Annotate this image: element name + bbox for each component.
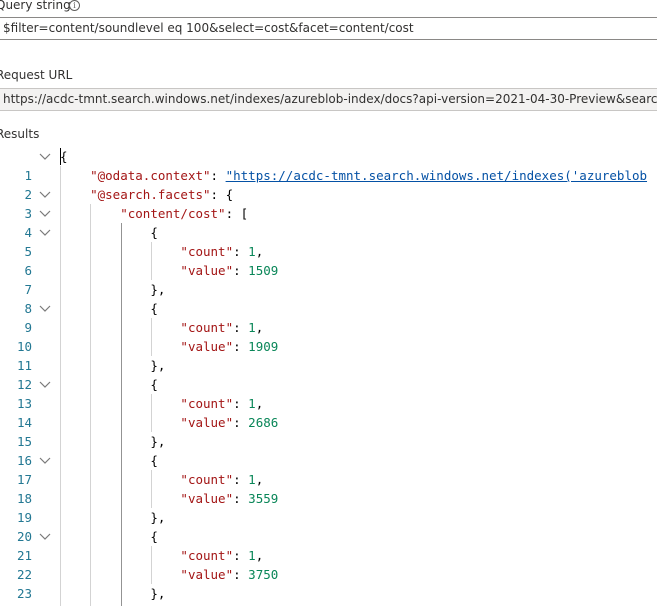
code-line: 19 "value": 3559 bbox=[0, 489, 657, 525]
results-editor[interactable]: 1 { 2 "@odata.context": "https://acdc-tm… bbox=[0, 147, 657, 606]
code-line: 1 { bbox=[0, 147, 657, 183]
code-line: 3 "@search.facets": { bbox=[0, 185, 657, 221]
chevron-down-icon[interactable] bbox=[38, 299, 52, 318]
json-key: "count" bbox=[180, 244, 234, 259]
code-line: 17 { bbox=[0, 451, 657, 487]
json-key: "value" bbox=[180, 415, 234, 430]
chevron-down-icon[interactable] bbox=[38, 375, 52, 394]
brace: { bbox=[60, 149, 68, 164]
text-cursor bbox=[60, 148, 61, 165]
json-key: "count" bbox=[180, 396, 234, 411]
json-key: "value" bbox=[180, 567, 234, 582]
chevron-down-icon[interactable] bbox=[38, 223, 52, 242]
code-line: 24 }, bbox=[0, 584, 657, 606]
results-label: Results bbox=[0, 127, 40, 141]
json-number: 1 bbox=[248, 244, 256, 259]
json-number: 2686 bbox=[248, 415, 279, 430]
json-key: "value" bbox=[180, 263, 234, 278]
json-key: "@odata.context" bbox=[90, 168, 211, 183]
json-number: 1509 bbox=[248, 263, 279, 278]
json-number: 1 bbox=[248, 548, 256, 563]
code-line: 6 "count": 1, bbox=[0, 242, 657, 278]
chevron-down-icon[interactable] bbox=[38, 204, 52, 223]
code-line: 8 }, bbox=[0, 280, 657, 316]
code-line: 11 "value": 1909 bbox=[0, 337, 657, 373]
chevron-down-icon[interactable] bbox=[38, 451, 52, 470]
json-number: 1 bbox=[248, 320, 256, 335]
chevron-down-icon[interactable] bbox=[38, 185, 52, 204]
chevron-down-icon[interactable] bbox=[38, 147, 52, 166]
json-key: "value" bbox=[180, 339, 234, 354]
code-line: 23 "value": 3750 bbox=[0, 565, 657, 601]
json-number: 1 bbox=[248, 396, 256, 411]
code-line: 14 "count": 1, bbox=[0, 394, 657, 430]
json-key: "content/cost" bbox=[120, 206, 226, 221]
json-number: 3559 bbox=[248, 491, 279, 506]
json-key: "value" bbox=[180, 491, 234, 506]
json-number: 3750 bbox=[248, 567, 279, 582]
code-line: 9 { bbox=[0, 299, 657, 335]
code-line: 15 "value": 2686 bbox=[0, 413, 657, 449]
request-url-field: https://acdc-tmnt.search.windows.net/ind… bbox=[0, 88, 657, 111]
code-line: 4 "content/cost": [ bbox=[0, 204, 657, 240]
query-string-label: Query string bbox=[0, 0, 71, 12]
code-line: 12 }, bbox=[0, 356, 657, 392]
code-line: 21 { bbox=[0, 527, 657, 563]
code-line: 16 }, bbox=[0, 432, 657, 468]
json-key: "count" bbox=[180, 548, 234, 563]
request-url-label: Request URL bbox=[0, 68, 73, 82]
code-line: 13 { bbox=[0, 375, 657, 411]
code-line: 10 "count": 1, bbox=[0, 318, 657, 354]
json-key: "@search.facets" bbox=[90, 187, 211, 202]
code-line: 18 "count": 1, bbox=[0, 470, 657, 506]
chevron-down-icon[interactable] bbox=[38, 527, 52, 546]
query-string-input[interactable]: $filter=content/soundlevel eq 100&select… bbox=[0, 17, 657, 40]
code-line: 2 "@odata.context": "https://acdc-tmnt.s… bbox=[0, 166, 657, 202]
code-line: 7 "value": 1509 bbox=[0, 261, 657, 297]
json-link[interactable]: "https://acdc-tmnt.search.windows.net/in… bbox=[226, 168, 647, 183]
code-line: 5 { bbox=[0, 223, 657, 259]
json-key: "count" bbox=[180, 320, 234, 335]
json-key: "count" bbox=[180, 472, 234, 487]
code-line: 22 "count": 1, bbox=[0, 546, 657, 582]
json-number: 1909 bbox=[248, 339, 279, 354]
code-line: 20 }, bbox=[0, 508, 657, 544]
json-number: 1 bbox=[248, 472, 256, 487]
info-icon[interactable]: i bbox=[69, 0, 80, 11]
